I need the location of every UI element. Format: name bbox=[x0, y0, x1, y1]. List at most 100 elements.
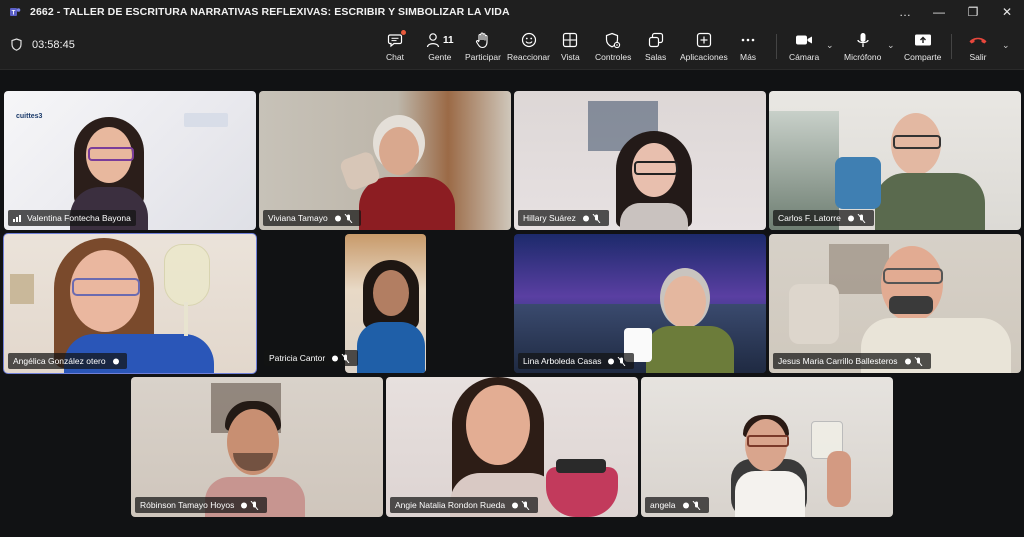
participant-name-bar: Angie Natalia Rondon Rueda bbox=[390, 497, 539, 513]
leave-label: Salir bbox=[969, 52, 987, 62]
video-tile-robinson[interactable]: Róbinson Tamayo Hoyos bbox=[131, 377, 383, 517]
video-tile-hillary[interactable]: Hillary Suárez bbox=[514, 91, 766, 230]
view-label: Vista bbox=[561, 52, 580, 62]
muted-microphone-icon bbox=[332, 353, 350, 363]
react-label: Reaccionar bbox=[507, 52, 550, 62]
muted-microphone-icon bbox=[608, 356, 626, 366]
participant-name-bar: Viviana Tamayo bbox=[263, 210, 361, 226]
timer-text: 03:58:45 bbox=[32, 38, 75, 51]
participant-name-bar: Róbinson Tamayo Hoyos bbox=[135, 497, 268, 513]
participant-name-bar: Carlos F. Latorre bbox=[773, 210, 874, 226]
minimize-button[interactable]: — bbox=[922, 0, 956, 24]
participant-name-bar: angela bbox=[645, 497, 709, 513]
participant-name: Patricia Cantor bbox=[269, 353, 326, 363]
participant-name: Lina Arboleda Casas bbox=[523, 356, 602, 366]
muted-microphone-icon bbox=[334, 213, 353, 223]
shield-settings-icon bbox=[606, 32, 621, 48]
people-button[interactable]: 11 Gente bbox=[426, 30, 454, 62]
notification-dot bbox=[400, 30, 406, 35]
video-tile-valentina[interactable]: cuittes3 Valentina Fontecha Bayona bbox=[4, 91, 256, 230]
muted-microphone-icon bbox=[512, 500, 530, 510]
microphone-icon bbox=[857, 32, 869, 47]
signal-bars-icon bbox=[13, 214, 22, 222]
react-button[interactable]: Reaccionar bbox=[507, 30, 550, 62]
muted-microphone-icon bbox=[847, 213, 866, 223]
rooms-button[interactable]: Salas bbox=[645, 30, 666, 62]
participant-name: Viviana Tamayo bbox=[268, 213, 328, 223]
share-label: Comparte bbox=[904, 52, 942, 62]
view-button[interactable]: Vista bbox=[561, 30, 580, 62]
participant-name-bar: Angélica González otero bbox=[8, 353, 127, 369]
chat-label: Chat bbox=[386, 52, 404, 62]
video-tile-angie[interactable]: Angie Natalia Rondon Rueda bbox=[386, 377, 638, 517]
camera-label: Cámara bbox=[789, 52, 820, 62]
chat-icon bbox=[387, 34, 403, 48]
camera-options-chevron-icon[interactable]: ⌄ bbox=[826, 40, 834, 51]
participant-video bbox=[835, 107, 995, 230]
participant-name: Angélica González otero bbox=[13, 356, 106, 366]
video-tile-angelica[interactable]: Angélica González otero bbox=[3, 233, 257, 374]
teams-app-icon: T bbox=[10, 8, 21, 16]
breakout-rooms-icon bbox=[648, 32, 663, 48]
microphone-button[interactable]: Micrófono bbox=[844, 30, 881, 62]
video-tile-angela[interactable]: angela bbox=[641, 377, 893, 517]
participant-video bbox=[612, 131, 696, 230]
mic-options-chevron-icon[interactable]: ⌄ bbox=[887, 40, 895, 51]
restore-button[interactable]: ❐ bbox=[956, 0, 990, 24]
participant-icon bbox=[112, 358, 119, 364]
logo-image: cuittes3 bbox=[16, 113, 43, 120]
participate-button[interactable]: Participar bbox=[465, 30, 501, 62]
add-apps-icon bbox=[696, 32, 711, 48]
share-screen-icon bbox=[914, 34, 931, 45]
video-tile-jesus[interactable]: Jesus Maria Carrillo Ballesteros bbox=[769, 234, 1021, 373]
apps-label: Aplicaciones bbox=[680, 52, 728, 62]
participant-name-bar: Valentina Fontecha Bayona bbox=[8, 210, 136, 226]
leave-options-chevron-icon[interactable]: ⌄ bbox=[1002, 40, 1010, 51]
participant-video bbox=[338, 115, 465, 230]
more-label: Más bbox=[740, 52, 757, 62]
controls-label: Controles bbox=[595, 52, 632, 62]
university-seal-image bbox=[184, 113, 228, 127]
muted-microphone-icon bbox=[682, 500, 700, 510]
video-tile-carlos[interactable]: Carlos F. Latorre bbox=[769, 91, 1021, 230]
more-button[interactable]: Más bbox=[740, 30, 756, 62]
more-options-icon[interactable]: … bbox=[888, 0, 922, 24]
microphone-label: Micrófono bbox=[844, 52, 882, 62]
muted-microphone-icon bbox=[241, 500, 259, 510]
more-dots-icon bbox=[741, 38, 755, 42]
camera-button[interactable]: Cámara bbox=[789, 30, 819, 62]
toolbar-divider bbox=[951, 34, 952, 59]
apps-button[interactable]: Aplicaciones bbox=[680, 30, 728, 62]
controls-button[interactable]: Controles bbox=[595, 30, 631, 62]
leave-button[interactable]: Salir bbox=[968, 30, 988, 62]
title-bar: T 2662 - TALLER DE ESCRITURA NARRATIVAS … bbox=[0, 0, 1024, 24]
camera-icon bbox=[796, 35, 813, 45]
people-count: 11 bbox=[443, 34, 454, 46]
meeting-timer: 03:58:45 bbox=[11, 38, 75, 51]
participant-name-bar: Hillary Suárez bbox=[518, 210, 609, 226]
rooms-label: Salas bbox=[645, 52, 667, 62]
muted-microphone-icon bbox=[582, 213, 601, 223]
participant-video bbox=[727, 411, 857, 517]
participant-video bbox=[355, 260, 425, 373]
participant-name: Róbinson Tamayo Hoyos bbox=[140, 500, 235, 510]
participant-video bbox=[450, 377, 630, 517]
people-icon bbox=[426, 33, 440, 48]
participant-name: Angie Natalia Rondon Rueda bbox=[395, 500, 506, 510]
participant-video bbox=[624, 268, 744, 373]
hang-up-icon bbox=[969, 37, 987, 44]
grid-view-icon bbox=[563, 32, 578, 48]
video-tile-viviana[interactable]: Viviana Tamayo bbox=[259, 91, 511, 230]
share-button[interactable]: Comparte bbox=[904, 30, 941, 62]
close-window-button[interactable]: ✕ bbox=[990, 0, 1024, 24]
meeting-toolbar: 03:58:45 Chat 11 Gente Participar Reacci… bbox=[0, 24, 1024, 70]
participant-name: Hillary Suárez bbox=[523, 213, 576, 223]
participant-name: Jesus Maria Carrillo Ballesteros bbox=[778, 356, 898, 366]
participant-name-bar: Lina Arboleda Casas bbox=[518, 353, 635, 369]
participant-name-bar: Patricia Cantor bbox=[264, 350, 359, 366]
chat-button[interactable]: Chat bbox=[386, 30, 406, 62]
participate-label: Participar bbox=[465, 52, 501, 62]
video-tile-lina[interactable]: Lina Arboleda Casas bbox=[514, 234, 766, 373]
shield-icon bbox=[11, 38, 22, 51]
participant-name-bar: Jesus Maria Carrillo Ballesteros bbox=[773, 353, 931, 369]
